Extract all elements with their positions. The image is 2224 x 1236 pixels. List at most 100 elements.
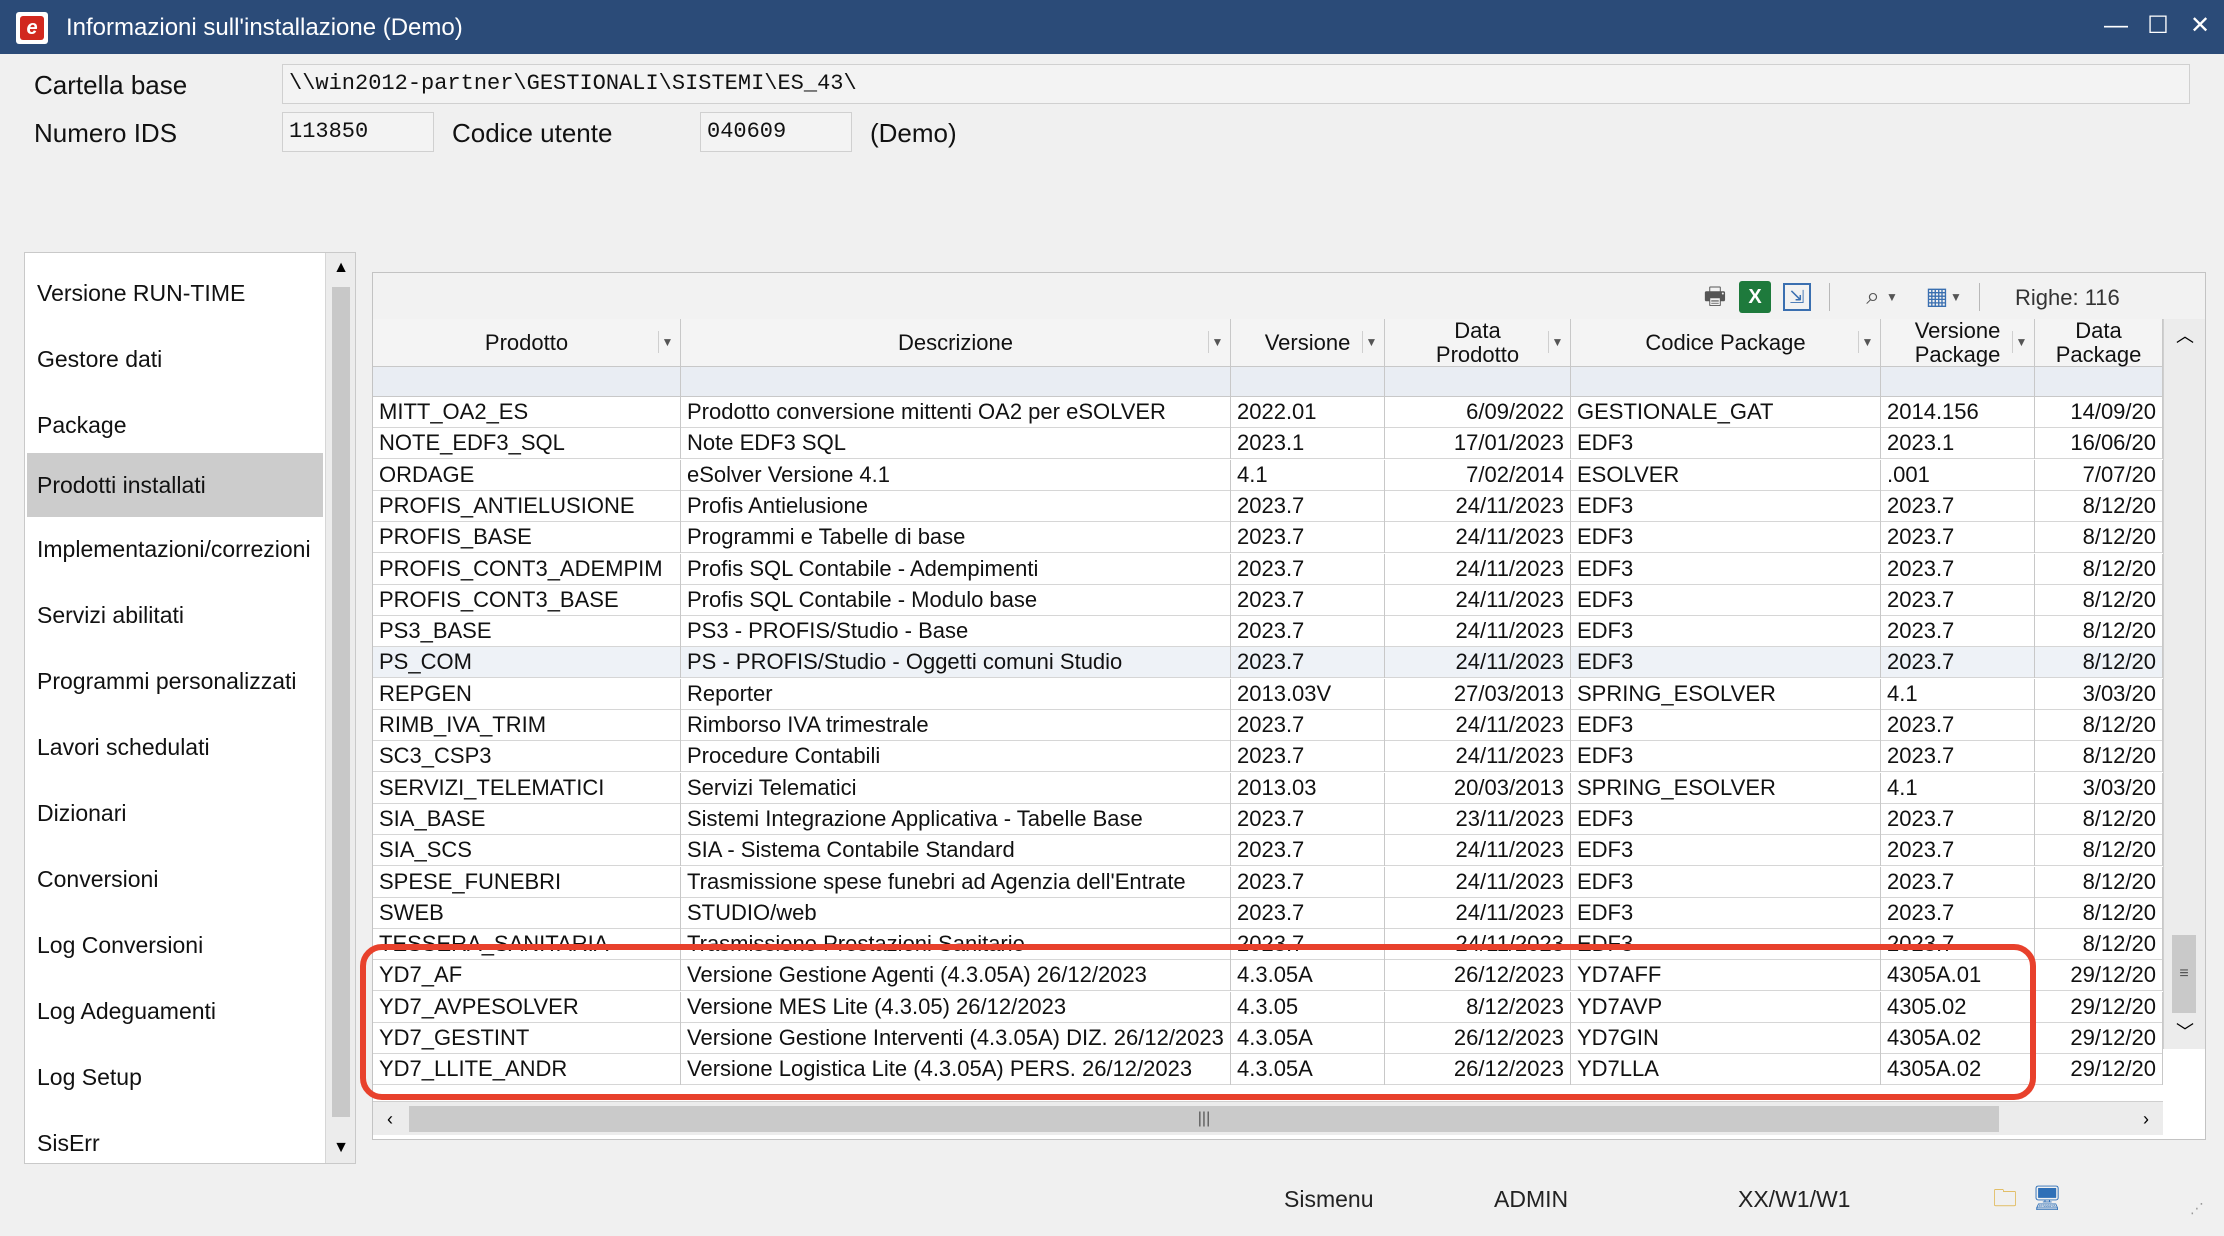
filter-cell[interactable]: [1231, 367, 1385, 397]
user-code-field[interactable]: 040609: [700, 112, 852, 152]
cell-data-prodotto[interactable]: 24/11/2023: [1385, 897, 1571, 929]
cell-versione[interactable]: 2023.7: [1231, 584, 1385, 616]
sidebar-item-log-conversioni[interactable]: Log Conversioni: [27, 913, 323, 977]
cell-descrizione[interactable]: Procedure Contabili: [681, 741, 1231, 773]
sidebar-scrollbar[interactable]: ▲ ▼: [325, 253, 355, 1163]
cell-prodotto[interactable]: SIA_SCS: [373, 835, 681, 867]
sidebar-item-log-setup[interactable]: Log Setup: [27, 1045, 323, 1109]
cell-data-package[interactable]: 8/12/20: [2035, 490, 2163, 522]
cell-data-package[interactable]: 7/07/20: [2035, 459, 2163, 491]
cell-prodotto[interactable]: RIMB_IVA_TRIM: [373, 710, 681, 741]
cell-descrizione[interactable]: PS - PROFIS/Studio - Oggetti comuni Stud…: [681, 647, 1231, 679]
cell-data-package[interactable]: 8/12/20: [2035, 866, 2163, 898]
cell-codice-package[interactable]: SPRING_ESOLVER: [1571, 678, 1881, 710]
sidebar-item-versione-run-time[interactable]: Versione RUN-TIME: [27, 261, 323, 325]
table-row[interactable]: RIMB_IVA_TRIM Rimborso IVA trimestrale 202…: [373, 710, 2163, 741]
cell-versione-package[interactable]: 2023.7: [1881, 522, 2035, 554]
sidebar-item-log-adeguamenti[interactable]: Log Adeguamenti: [27, 979, 323, 1043]
cell-descrizione[interactable]: Programmi e Tabelle di base: [681, 522, 1231, 554]
cell-data-package[interactable]: 8/12/20: [2035, 584, 2163, 616]
table-row[interactable]: PROFIS_BASE Programmi e Tabelle di base 20…: [373, 522, 2163, 554]
cell-prodotto[interactable]: SWEB: [373, 897, 681, 929]
cell-versione-package[interactable]: 2023.7: [1881, 897, 2035, 929]
filter-dropdown-icon[interactable]: ▼: [1548, 331, 1566, 353]
table-row[interactable]: YD7_GESTINT Versione Gestione Interventi …: [373, 1023, 2163, 1054]
cell-codice-package[interactable]: EDF3: [1571, 803, 1881, 835]
cell-prodotto[interactable]: YD7_LLITE_ANDR: [373, 1054, 681, 1086]
cell-descrizione[interactable]: Trasmissione spese funebri ad Agenzia de…: [681, 866, 1231, 898]
scroll-thumb[interactable]: |||: [409, 1106, 1999, 1132]
export-grid-icon[interactable]: ⇲: [1783, 283, 1811, 311]
cell-versione[interactable]: 2023.7: [1231, 835, 1385, 867]
cell-data-package[interactable]: 8/12/20: [2035, 710, 2163, 741]
cell-descrizione[interactable]: PS3 - PROFIS/Studio - Base: [681, 616, 1231, 648]
cell-descrizione[interactable]: Profis Antielusione: [681, 490, 1231, 522]
cell-prodotto[interactable]: YD7_GESTINT: [373, 1023, 681, 1054]
cell-versione[interactable]: 2023.7: [1231, 710, 1385, 741]
filter-dropdown-icon[interactable]: ▼: [658, 331, 676, 353]
cell-versione-package[interactable]: 2023.7: [1881, 584, 2035, 616]
cell-data-prodotto[interactable]: 23/11/2023: [1385, 803, 1571, 835]
table-row[interactable]: YD7_LLITE_ANDR Versione Logistica Lite (4…: [373, 1054, 2163, 1086]
cell-versione[interactable]: 4.3.05A: [1231, 1023, 1385, 1054]
filter-cell[interactable]: [1881, 367, 2035, 397]
cell-data-package[interactable]: 3/03/20: [2035, 678, 2163, 710]
cell-versione[interactable]: 2023.7: [1231, 522, 1385, 554]
column-header-data-package[interactable]: Data Package: [2035, 318, 2163, 367]
scroll-left-chevron-icon[interactable]: ‹: [373, 1102, 407, 1136]
cell-codice-package[interactable]: EDF3: [1571, 710, 1881, 741]
search-dropdown-chevron-icon[interactable]: ▼: [1883, 281, 1901, 313]
cell-descrizione[interactable]: eSolver Versione 4.1: [681, 459, 1231, 491]
cell-versione[interactable]: 2023.7: [1231, 803, 1385, 835]
cell-descrizione[interactable]: Versione Gestione Interventi (4.3.05A) D…: [681, 1023, 1231, 1054]
scroll-down-chevron-icon[interactable]: ﹀: [2164, 1015, 2206, 1049]
sidebar-item-gestore-dati[interactable]: Gestore dati: [27, 327, 323, 391]
cell-data-package[interactable]: 29/12/20: [2035, 960, 2163, 992]
cell-codice-package[interactable]: YD7GIN: [1571, 1023, 1881, 1054]
base-folder-field[interactable]: \\win2012-partner\GESTIONALI\SISTEMI\ES_…: [282, 64, 2190, 104]
table-row[interactable]: MITT_OA2_ES Prodotto conversione mittenti…: [373, 397, 2163, 428]
excel-export-icon[interactable]: X: [1739, 281, 1771, 313]
cell-codice-package[interactable]: EDF3: [1571, 647, 1881, 679]
cell-versione-package[interactable]: 2023.7: [1881, 866, 2035, 898]
cell-descrizione[interactable]: Versione Logistica Lite (4.3.05A) PERS. …: [681, 1054, 1231, 1086]
cell-data-package[interactable]: 8/12/20: [2035, 616, 2163, 648]
table-row[interactable]: ORDAGE eSolver Versione 4.1 4.1 7/02/2014 ES…: [373, 459, 2163, 491]
sidebar-item-lavori-schedulati[interactable]: Lavori schedulati: [27, 715, 323, 779]
sidebar-item-siserr[interactable]: SisErr: [27, 1111, 323, 1163]
scroll-down-arrow-icon[interactable]: ▼: [326, 1133, 355, 1163]
cell-versione-package[interactable]: 2023.7: [1881, 490, 2035, 522]
cell-descrizione[interactable]: STUDIO/web: [681, 897, 1231, 929]
resize-grip-icon[interactable]: ⋰: [2190, 1200, 2212, 1222]
cell-prodotto[interactable]: PS_COM: [373, 647, 681, 679]
cell-prodotto[interactable]: SIA_BASE: [373, 803, 681, 835]
column-header-descrizione[interactable]: Descrizione ▼: [681, 319, 1231, 367]
cell-data-prodotto[interactable]: 20/03/2013: [1385, 772, 1571, 804]
cell-descrizione[interactable]: Trasmissione Prestazioni Sanitarie: [681, 929, 1231, 961]
cell-data-package[interactable]: 29/12/20: [2035, 1023, 2163, 1054]
table-row[interactable]: PROFIS_CONT3_ADEMPIM Profis SQL Contabile…: [373, 553, 2163, 585]
cell-descrizione[interactable]: Sistemi Integrazione Applicativa - Tabel…: [681, 803, 1231, 835]
cell-descrizione[interactable]: Profis SQL Contabile - Modulo base: [681, 584, 1231, 616]
cell-descrizione[interactable]: Profis SQL Contabile - Adempimenti: [681, 553, 1231, 585]
filter-cell[interactable]: [1571, 367, 1881, 397]
column-header-versione-package[interactable]: Versione Package ▼: [1881, 318, 2035, 367]
cell-data-prodotto[interactable]: 8/12/2023: [1385, 991, 1571, 1023]
cell-versione-package[interactable]: 4.1: [1881, 772, 2035, 804]
cell-versione[interactable]: 2023.7: [1231, 553, 1385, 585]
cell-codice-package[interactable]: EDF3: [1571, 553, 1881, 585]
table-row[interactable]: SIA_BASE Sistemi Integrazione Applicativa…: [373, 803, 2163, 835]
column-header-versione[interactable]: Versione ▼: [1231, 319, 1385, 367]
table-row[interactable]: PROFIS_CONT3_BASE Profis SQL Contabile - …: [373, 584, 2163, 616]
cell-data-prodotto[interactable]: 26/12/2023: [1385, 1054, 1571, 1086]
column-chooser-chevron-icon[interactable]: ▼: [1947, 281, 1965, 313]
cell-versione[interactable]: 2023.7: [1231, 647, 1385, 679]
cell-versione[interactable]: 2023.7: [1231, 741, 1385, 773]
cell-data-prodotto[interactable]: 7/02/2014: [1385, 459, 1571, 491]
sidebar-item-package[interactable]: Package: [27, 393, 323, 457]
filter-dropdown-icon[interactable]: ▼: [1362, 331, 1380, 353]
cell-codice-package[interactable]: YD7AVP: [1571, 991, 1881, 1023]
cell-versione-package[interactable]: 4305A.01: [1881, 960, 2035, 992]
cell-prodotto[interactable]: MITT_OA2_ES: [373, 397, 681, 428]
sidebar-item-implementazioni[interactable]: Implementazioni/correzioni: [27, 517, 323, 581]
